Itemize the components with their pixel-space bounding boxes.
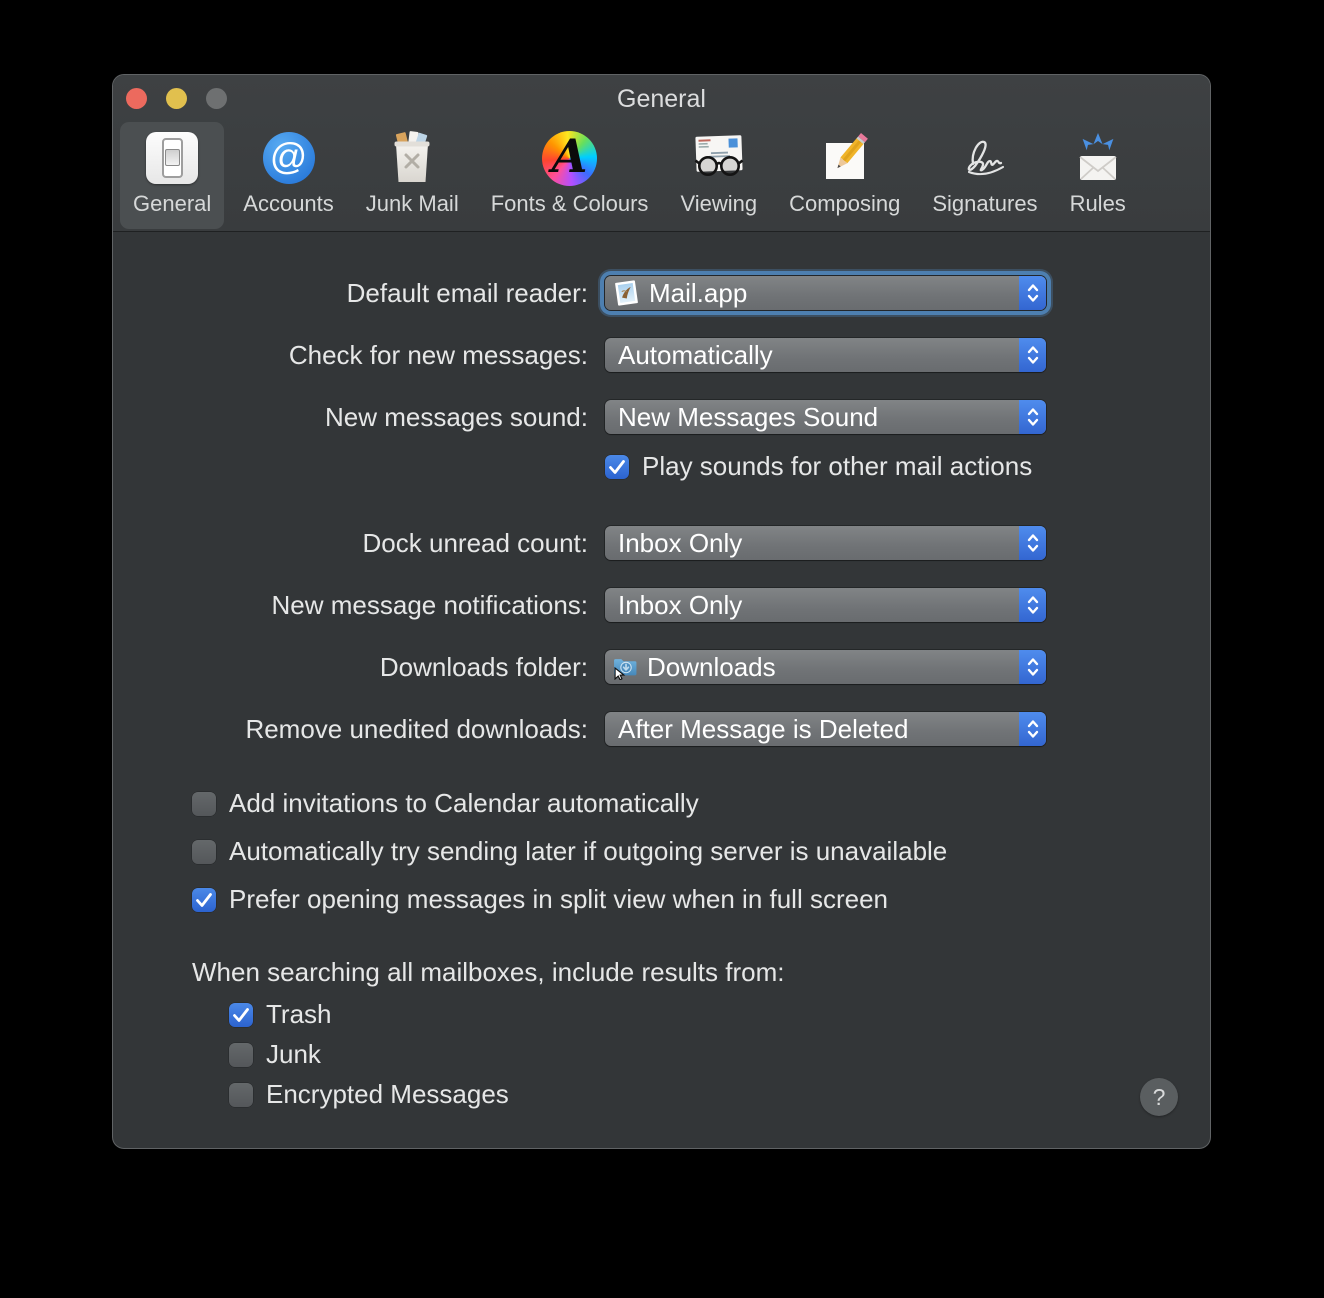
tab-label: Rules bbox=[1069, 191, 1126, 216]
tab-rules[interactable]: Rules bbox=[1057, 122, 1139, 229]
tab-fonts-colours[interactable]: A Fonts & Colours bbox=[478, 122, 662, 229]
add-invitations-checkbox[interactable] bbox=[192, 792, 216, 816]
check-new-messages-label: Check for new messages: bbox=[288, 340, 588, 370]
tab-label: Signatures bbox=[932, 191, 1038, 216]
page-pencil-icon bbox=[817, 127, 873, 189]
add-invitations-label: Add invitations to Calendar automaticall… bbox=[229, 787, 699, 818]
send-later-label: Automatically try sending later if outgo… bbox=[229, 835, 948, 866]
search-junk-checkbox[interactable] bbox=[229, 1043, 253, 1067]
tab-label: Fonts & Colours bbox=[490, 191, 649, 216]
new-messages-sound-select[interactable]: New Messages Sound bbox=[605, 400, 1046, 434]
preferences-toolbar: General @ Accounts Junk Mail A Fonts & C… bbox=[120, 122, 1203, 229]
window-title: General bbox=[617, 85, 706, 113]
split-view-label: Prefer opening messages in split view wh… bbox=[229, 883, 889, 914]
play-sounds-checkbox[interactable] bbox=[605, 455, 629, 479]
downloads-folder-select[interactable]: Downloads bbox=[605, 650, 1046, 684]
at-sign-icon: @ bbox=[262, 127, 315, 189]
title-toolbar-area: General General @ Accounts Junk Mail A F… bbox=[113, 75, 1210, 232]
play-sounds-label: Play sounds for other mail actions bbox=[642, 450, 1033, 481]
tab-general[interactable]: General bbox=[120, 122, 225, 229]
tab-label: Composing bbox=[789, 191, 901, 216]
tab-junk-mail[interactable]: Junk Mail bbox=[353, 122, 472, 229]
envelope-glasses-icon bbox=[691, 127, 747, 189]
search-trash-checkbox[interactable] bbox=[229, 1003, 253, 1027]
signature-icon bbox=[957, 127, 1013, 189]
tab-label: Accounts bbox=[243, 191, 334, 216]
remove-unedited-downloads-label: Remove unedited downloads: bbox=[245, 714, 588, 744]
trash-bin-icon bbox=[384, 127, 440, 189]
zoom-button[interactable] bbox=[206, 88, 227, 109]
chevron-up-down-icon bbox=[1019, 650, 1046, 684]
select-value: Automatically bbox=[618, 339, 773, 370]
dock-unread-count-select[interactable]: Inbox Only bbox=[605, 526, 1046, 560]
select-value: After Message is Deleted bbox=[618, 713, 909, 744]
question-mark-icon: ? bbox=[1152, 1083, 1166, 1110]
chevron-up-down-icon bbox=[1019, 276, 1046, 310]
envelope-arrows-icon bbox=[1070, 127, 1126, 189]
check-new-messages-select[interactable]: Automatically bbox=[605, 338, 1046, 372]
new-messages-sound-label: New messages sound: bbox=[324, 402, 588, 432]
dock-unread-count-label: Dock unread count: bbox=[362, 528, 588, 558]
minimize-button[interactable] bbox=[166, 88, 187, 109]
tab-composing[interactable]: Composing bbox=[776, 122, 913, 229]
mail-app-stamp-icon bbox=[613, 279, 640, 307]
letter-a-rainbow-icon: A bbox=[542, 127, 598, 189]
new-message-notifications-select[interactable]: Inbox Only bbox=[605, 588, 1046, 622]
search-junk-label: Junk bbox=[266, 1038, 321, 1069]
split-view-checkbox[interactable] bbox=[192, 888, 216, 912]
mail-preferences-window: General General @ Accounts Junk Mail A F… bbox=[113, 75, 1210, 1148]
chevron-up-down-icon bbox=[1019, 588, 1046, 622]
tab-label: General bbox=[133, 191, 212, 216]
search-mailboxes-heading: When searching all mailboxes, include re… bbox=[192, 957, 785, 987]
select-value: Mail.app bbox=[649, 277, 748, 308]
chevron-up-down-icon bbox=[1019, 526, 1046, 560]
select-value: Inbox Only bbox=[618, 589, 743, 620]
titlebar[interactable]: General bbox=[113, 75, 1210, 122]
close-button[interactable] bbox=[126, 88, 147, 109]
tab-viewing[interactable]: Viewing bbox=[667, 122, 770, 229]
search-trash-label: Trash bbox=[266, 998, 332, 1029]
select-value: New Messages Sound bbox=[618, 401, 879, 432]
select-value: Downloads bbox=[647, 651, 776, 682]
downloads-folder-label: Downloads folder: bbox=[379, 652, 588, 682]
search-encrypted-label: Encrypted Messages bbox=[266, 1078, 509, 1109]
new-message-notifications-label: New message notifications: bbox=[271, 590, 588, 620]
downloads-folder-icon bbox=[613, 655, 638, 680]
tab-accounts[interactable]: @ Accounts bbox=[230, 122, 347, 229]
chevron-up-down-icon bbox=[1019, 712, 1046, 746]
default-email-reader-label: Default email reader: bbox=[346, 278, 588, 308]
default-email-reader-select[interactable]: Mail.app bbox=[605, 276, 1046, 310]
tab-signatures[interactable]: Signatures bbox=[919, 122, 1050, 229]
remove-unedited-downloads-select[interactable]: After Message is Deleted bbox=[605, 712, 1046, 746]
general-switch-icon bbox=[146, 127, 199, 189]
tab-label: Viewing bbox=[680, 191, 758, 216]
chevron-up-down-icon bbox=[1019, 338, 1046, 372]
search-encrypted-checkbox[interactable] bbox=[229, 1083, 253, 1107]
chevron-up-down-icon bbox=[1019, 400, 1046, 434]
send-later-checkbox[interactable] bbox=[192, 840, 216, 864]
tab-label: Junk Mail bbox=[365, 191, 459, 216]
help-button[interactable]: ? bbox=[1140, 1078, 1178, 1116]
select-value: Inbox Only bbox=[618, 527, 743, 558]
